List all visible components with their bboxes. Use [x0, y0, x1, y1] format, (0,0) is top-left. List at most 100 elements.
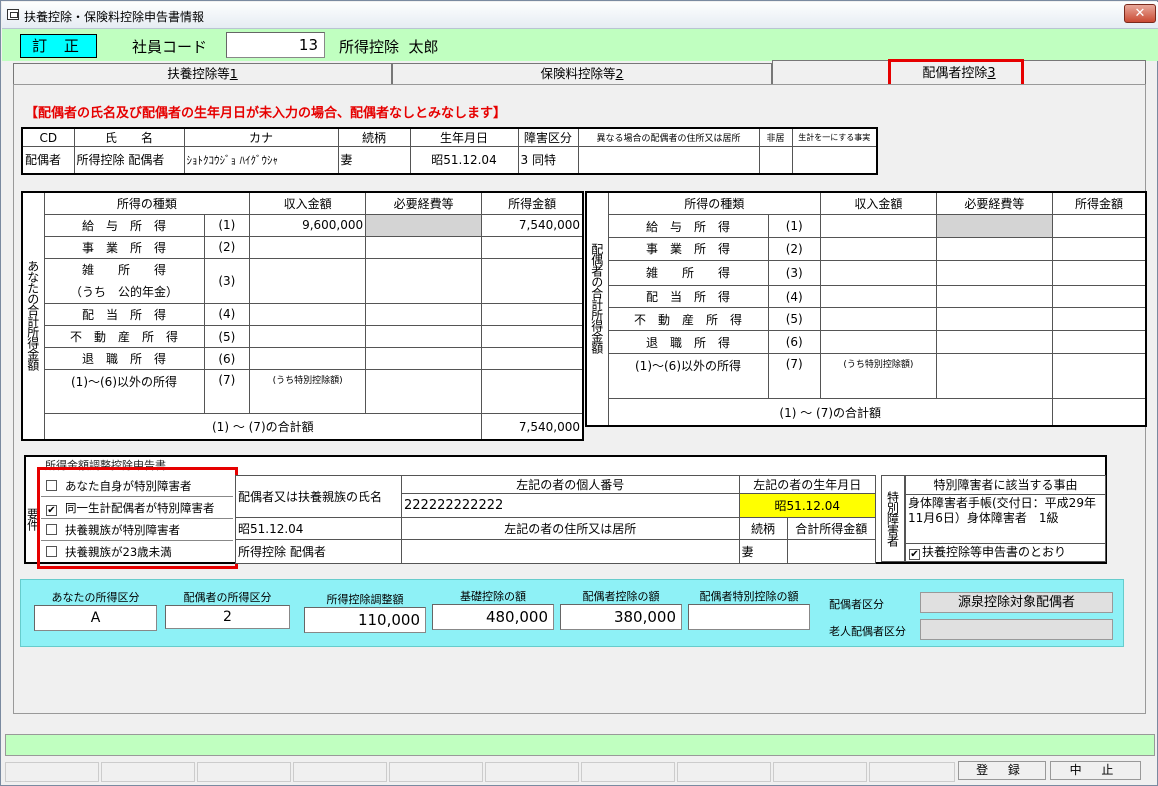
- sp-other-expenses[interactable]: [935, 352, 1053, 400]
- income-type: 雑 所 得: [607, 259, 769, 286]
- spouse-total-income: [1051, 398, 1147, 427]
- realestate-revenue[interactable]: [249, 324, 367, 349]
- misc-expenses[interactable]: [365, 257, 483, 304]
- spouse-relation[interactable]: 妻: [337, 146, 411, 174]
- sp-special-deduction-note[interactable]: (うち特別控除額): [819, 352, 937, 400]
- income-type: 事 業 所 得: [607, 237, 769, 261]
- spouse-address[interactable]: [577, 146, 760, 174]
- spouse-special-label: 配偶者特別控除の額: [699, 590, 799, 603]
- retirement-expenses[interactable]: [365, 347, 483, 371]
- col-header: 氏 名: [73, 127, 185, 147]
- spouse-nonresident[interactable]: [758, 146, 793, 174]
- spouse-kind-field[interactable]: 源泉控除対象配偶者: [920, 592, 1113, 613]
- spouse-deduction-field[interactable]: 380,000: [560, 604, 682, 630]
- sp-retirement-expenses[interactable]: [935, 330, 1053, 354]
- sp-misc-income[interactable]: [1051, 259, 1147, 286]
- your-class-field[interactable]: A: [34, 605, 157, 631]
- dividend-expenses[interactable]: [365, 302, 483, 326]
- sp-realestate-income[interactable]: [1051, 307, 1147, 332]
- misc-income[interactable]: [481, 257, 584, 304]
- sp-dividend-income[interactable]: [1051, 284, 1147, 309]
- relative-name[interactable]: 所得控除 配偶者: [235, 539, 402, 564]
- tab-dependents[interactable]: 扶養控除等1: [13, 63, 392, 85]
- realestate-expenses[interactable]: [365, 324, 483, 349]
- sp-dividend-expenses[interactable]: [935, 284, 1053, 309]
- sp-other-income[interactable]: [1051, 352, 1147, 400]
- address-header: 左記の者の住所又は居所: [401, 517, 740, 540]
- sp-business-expenses[interactable]: [935, 237, 1053, 261]
- sp-business-income[interactable]: [1051, 237, 1147, 261]
- sp-salary-revenue[interactable]: [819, 214, 937, 239]
- relative-birth-2[interactable]: 昭51.12.04: [235, 517, 402, 540]
- tab-hotkey: 1: [229, 66, 238, 81]
- employee-code-label: 社員コード: [132, 38, 208, 56]
- spouse-cd[interactable]: 配偶者: [21, 146, 75, 174]
- business-revenue[interactable]: [249, 235, 367, 259]
- income-no: (1): [767, 214, 821, 239]
- spouse-special-field[interactable]: [688, 604, 810, 630]
- disability-reason-box: 特別障害者に該当する事由 身体障害者手帳(交付日：平成29年11月6日）身体障害…: [905, 475, 1106, 562]
- basic-deduction-field[interactable]: 480,000: [432, 604, 554, 630]
- tab-insurance[interactable]: 保険料控除等2: [392, 63, 772, 85]
- spouse-disability[interactable]: 3 同特: [517, 146, 579, 174]
- dividend-income[interactable]: [481, 302, 584, 326]
- retirement-income[interactable]: [481, 347, 584, 371]
- sp-realestate-revenue[interactable]: [819, 307, 937, 332]
- adjustment-amount-label: 所得控除調整額: [326, 593, 404, 606]
- other-income[interactable]: [481, 369, 584, 415]
- mode-indicator: 訂 正: [20, 34, 97, 58]
- fkey-slot: [677, 762, 771, 782]
- register-button[interactable]: 登 録: [958, 761, 1046, 780]
- reason-header: 特別障害者に該当する事由: [906, 476, 1105, 495]
- close-button[interactable]: ✕: [1124, 4, 1156, 23]
- other-expenses[interactable]: [365, 369, 483, 415]
- col-header: 収入金額: [819, 191, 937, 216]
- relative-total-income[interactable]: [786, 539, 877, 564]
- relative-name-header: 配偶者又は扶養親族の氏名: [235, 475, 402, 518]
- sp-dividend-revenue[interactable]: [819, 284, 937, 309]
- cancel-button[interactable]: 中 止: [1050, 761, 1141, 780]
- business-expenses[interactable]: [365, 235, 483, 259]
- relative-relation[interactable]: 妻: [738, 539, 788, 564]
- sp-salary-income[interactable]: [1051, 214, 1147, 239]
- sp-retirement-revenue[interactable]: [819, 330, 937, 354]
- retirement-revenue[interactable]: [249, 347, 367, 371]
- elder-spouse-field[interactable]: [920, 619, 1113, 640]
- col-header: 所得の種類: [43, 191, 251, 215]
- spouse-birth[interactable]: 昭51.12.04: [409, 146, 519, 174]
- salary-income[interactable]: 7,540,000: [481, 213, 584, 237]
- sp-business-revenue[interactable]: [819, 237, 937, 261]
- relative-birth[interactable]: 昭51.12.04: [738, 493, 877, 518]
- salary-revenue[interactable]: 9,600,000: [249, 213, 367, 237]
- relative-address[interactable]: [401, 539, 740, 564]
- spouse-name[interactable]: 所得控除 配偶者: [73, 146, 185, 174]
- income-type: 給 与 所 得: [607, 214, 769, 239]
- spouse-same-living[interactable]: [791, 146, 878, 174]
- highlight-requirements: [37, 467, 238, 569]
- adjustment-amount-field[interactable]: 110,000: [304, 607, 426, 633]
- business-income[interactable]: [481, 235, 584, 259]
- spouse-kana[interactable]: ｼｮﾄｸｺｳｼﾞｮ ﾊｲｸﾞｳｼｬ: [183, 146, 339, 174]
- sp-realestate-expenses[interactable]: [935, 307, 1053, 332]
- same-as-dependent-check[interactable]: ✔ 扶養控除等申告書のとおり: [906, 543, 1105, 561]
- window-title: 扶養控除・保険料控除申告書情報: [24, 10, 205, 24]
- individual-number[interactable]: 222222222222: [401, 493, 740, 518]
- misc-revenue[interactable]: [249, 257, 367, 304]
- relation-header: 続柄: [738, 517, 788, 540]
- sp-misc-expenses[interactable]: [935, 259, 1053, 286]
- spouse-class-field[interactable]: 2: [165, 605, 290, 629]
- sp-retirement-income[interactable]: [1051, 330, 1147, 354]
- special-deduction-note[interactable]: (うち特別控除額): [249, 369, 367, 415]
- income-no: (7): [203, 369, 251, 415]
- employee-name: 所得控除 太郎: [339, 38, 439, 56]
- misc-income-label: 雑 所 得: [81, 262, 166, 277]
- dividend-revenue[interactable]: [249, 302, 367, 326]
- disability-reason[interactable]: 身体障害者手帳(交付日：平成29年11月6日）身体障害者 1級: [906, 495, 1105, 543]
- checkbox-checked-icon[interactable]: ✔: [909, 549, 920, 560]
- sp-misc-revenue[interactable]: [819, 259, 937, 286]
- realestate-income[interactable]: [481, 324, 584, 349]
- tab-hotkey: 2: [615, 66, 624, 81]
- employee-code-field[interactable]: 13: [226, 32, 325, 58]
- col-header: 収入金額: [249, 191, 367, 215]
- fkey-slot: [5, 762, 99, 782]
